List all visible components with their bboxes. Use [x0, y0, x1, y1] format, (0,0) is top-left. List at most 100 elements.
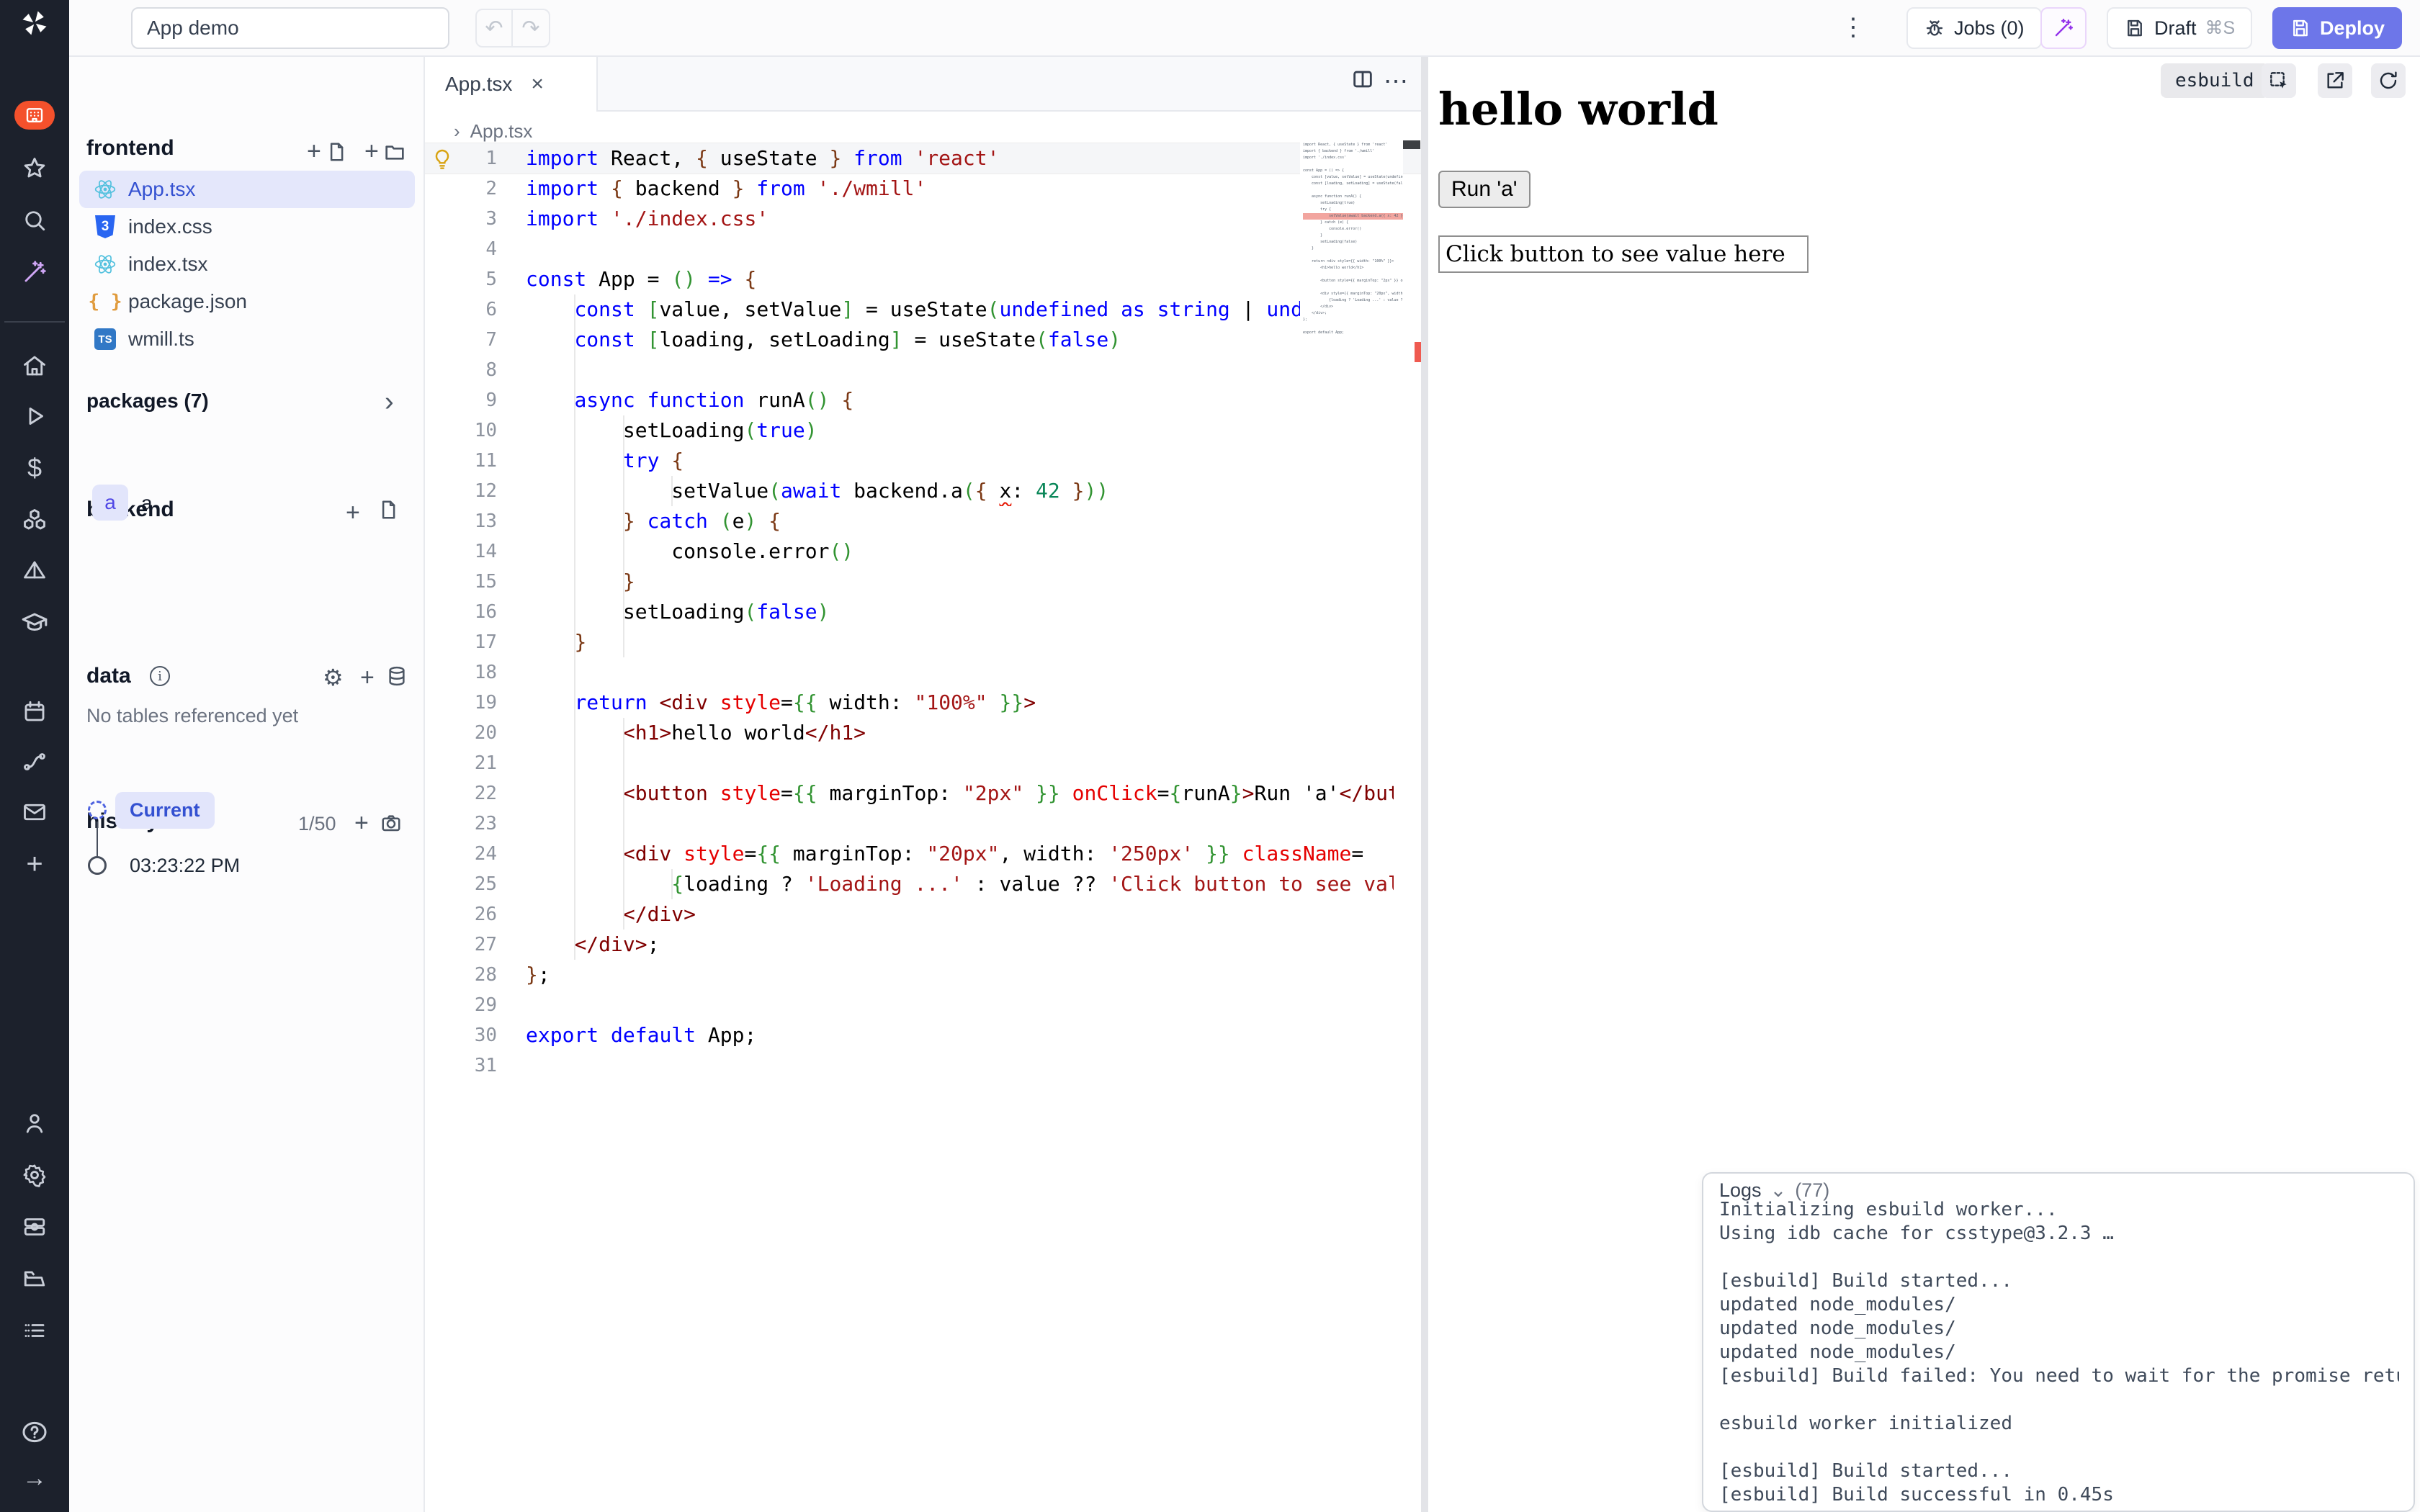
breadcrumb-file: App.tsx — [470, 120, 533, 143]
ai-assistant-button[interactable] — [2040, 7, 2087, 49]
code-line-3[interactable]: 3import './index.css' — [425, 204, 1421, 234]
line-number: 28 — [425, 960, 497, 990]
audit-list-icon[interactable] — [0, 1315, 69, 1346]
backend-script-badge[interactable]: a — [92, 485, 128, 521]
history-current-badge[interactable]: Current — [115, 792, 215, 829]
refresh-button[interactable] — [2371, 63, 2406, 98]
history-entry-time[interactable]: 03:23:22 PM — [130, 855, 240, 877]
resources-cubes-icon[interactable] — [0, 504, 69, 536]
line-number: 31 — [425, 1050, 497, 1081]
history-current-marker[interactable] — [88, 801, 107, 819]
collapse-arrow-icon[interactable]: → — [0, 1462, 69, 1494]
code-line-1[interactable]: 1import React, { useState } from 'react' — [425, 143, 1421, 174]
backend-script-label[interactable]: a — [141, 492, 153, 515]
minimap[interactable]: import React, { useState } from 'react'i… — [1300, 142, 1403, 444]
log-line: Using idb cache for csstype@3.2.3 … — [1719, 1222, 2399, 1246]
undo-button[interactable]: ↶ — [477, 10, 513, 46]
windmill-logo[interactable] — [0, 7, 69, 39]
panel-resizer[interactable] — [1421, 57, 1428, 1512]
app-name-input[interactable] — [131, 7, 449, 49]
tab-app-tsx[interactable]: App.tsx × — [425, 57, 598, 112]
messages-mail-icon[interactable] — [0, 796, 69, 828]
backend-new-script-button[interactable]: + — [346, 499, 360, 527]
chevron-right-icon[interactable]: › — [385, 387, 394, 418]
new-folder-button[interactable]: + — [364, 138, 406, 166]
jobs-button[interactable]: Jobs (0) — [1906, 7, 2042, 49]
more-options-icon[interactable]: ⋯ — [1384, 67, 1408, 96]
folder-icon — [383, 140, 406, 163]
search-icon[interactable] — [0, 204, 69, 236]
data-settings-gear-icon[interactable]: ⚙ — [323, 664, 344, 691]
history-entry-marker[interactable] — [88, 856, 107, 875]
line-number: 4 — [425, 234, 497, 264]
line-number: 9 — [425, 385, 497, 415]
redo-button[interactable]: ↷ — [513, 10, 549, 46]
file-row-index.css[interactable]: 3index.css — [79, 208, 415, 246]
line-number: 13 — [425, 506, 497, 536]
info-icon[interactable]: i — [150, 666, 170, 686]
inspect-select-button[interactable] — [2262, 63, 2296, 98]
log-line: Initializing esbuild worker... — [1719, 1198, 2399, 1222]
home-icon[interactable] — [0, 350, 69, 382]
braces-icon: { } — [92, 291, 118, 312]
file-row-App.tsx[interactable]: App.tsx — [79, 171, 415, 208]
code-area[interactable]: 1import React, { useState } from 'react'… — [425, 143, 1421, 1512]
log-line: updated node_modules/ — [1719, 1293, 2399, 1317]
line-number: 15 — [425, 567, 497, 597]
code-line-5[interactable]: 5const App = () => { — [425, 264, 1421, 294]
snapshot-camera-icon[interactable] — [380, 812, 402, 834]
favorites-star-icon[interactable] — [0, 153, 69, 184]
breadcrumb[interactable]: › App.tsx — [454, 120, 532, 143]
packages-toggle[interactable]: packages (7) — [86, 390, 209, 413]
file-row-package.json[interactable]: { }package.json — [79, 283, 415, 320]
line-number: 22 — [425, 778, 497, 809]
flows-icon[interactable] — [0, 746, 69, 778]
react-icon — [92, 178, 118, 201]
code-line-2[interactable]: 2import { backend } from './wmill' — [425, 174, 1421, 204]
apps-active-icon[interactable] — [0, 99, 69, 131]
runs-play-icon[interactable] — [0, 400, 69, 432]
workers-server-icon[interactable] — [0, 1211, 69, 1243]
run-a-button[interactable]: Run 'a' — [1438, 171, 1531, 208]
settings-gear-icon[interactable] — [0, 1159, 69, 1191]
history-add-button[interactable]: + — [354, 809, 369, 837]
help-icon[interactable] — [0, 1416, 69, 1448]
file-icon — [326, 141, 347, 163]
variables-prism-icon[interactable] — [0, 555, 69, 587]
lightbulb-icon[interactable] — [431, 148, 454, 171]
line-number: 14 — [425, 536, 497, 567]
chevron-icon: › — [454, 120, 460, 143]
kebab-menu[interactable]: ⋮ — [1841, 13, 1865, 42]
new-file-button[interactable]: + — [307, 138, 347, 166]
learn-graduation-icon[interactable] — [0, 607, 69, 639]
indent-guide — [623, 718, 624, 930]
draft-button[interactable]: Draft ⌘S — [2107, 7, 2252, 49]
code-line-30[interactable]: 30export default App; — [425, 1020, 1421, 1050]
data-add-button[interactable]: + — [360, 664, 375, 692]
deploy-button[interactable]: Deploy — [2272, 7, 2402, 49]
schedules-calendar-icon[interactable] — [0, 696, 69, 727]
line-number: 12 — [425, 476, 497, 506]
minimap-slider[interactable] — [1403, 140, 1420, 149]
folders-icon[interactable] — [0, 1263, 69, 1295]
logs-output[interactable]: Initializing esbuild worker...Using idb … — [1719, 1198, 2399, 1511]
dollar-icon[interactable]: $ — [0, 452, 69, 484]
line-number: 29 — [425, 990, 497, 1020]
undo-redo-group: ↶ ↷ — [475, 9, 550, 48]
code-line-29[interactable]: 29 — [425, 990, 1421, 1020]
database-icon[interactable] — [386, 665, 408, 687]
file-icon[interactable] — [377, 499, 399, 521]
split-editor-icon[interactable] — [1350, 67, 1375, 91]
ai-wand-icon[interactable] — [0, 256, 69, 288]
file-row-index.tsx[interactable]: index.tsx — [79, 246, 415, 283]
open-external-button[interactable] — [2318, 63, 2352, 98]
user-icon[interactable] — [0, 1107, 69, 1139]
add-plus-icon[interactable]: + — [0, 848, 69, 880]
file-row-wmill.ts[interactable]: TSwmill.ts — [79, 320, 415, 358]
indent-guide — [671, 476, 673, 506]
code-line-31[interactable]: 31 — [425, 1050, 1421, 1081]
code-line-4[interactable]: 4 — [425, 234, 1421, 264]
close-icon[interactable]: × — [531, 72, 544, 96]
code-line-28[interactable]: 28}; — [425, 960, 1421, 990]
bug-icon — [1924, 17, 1945, 39]
